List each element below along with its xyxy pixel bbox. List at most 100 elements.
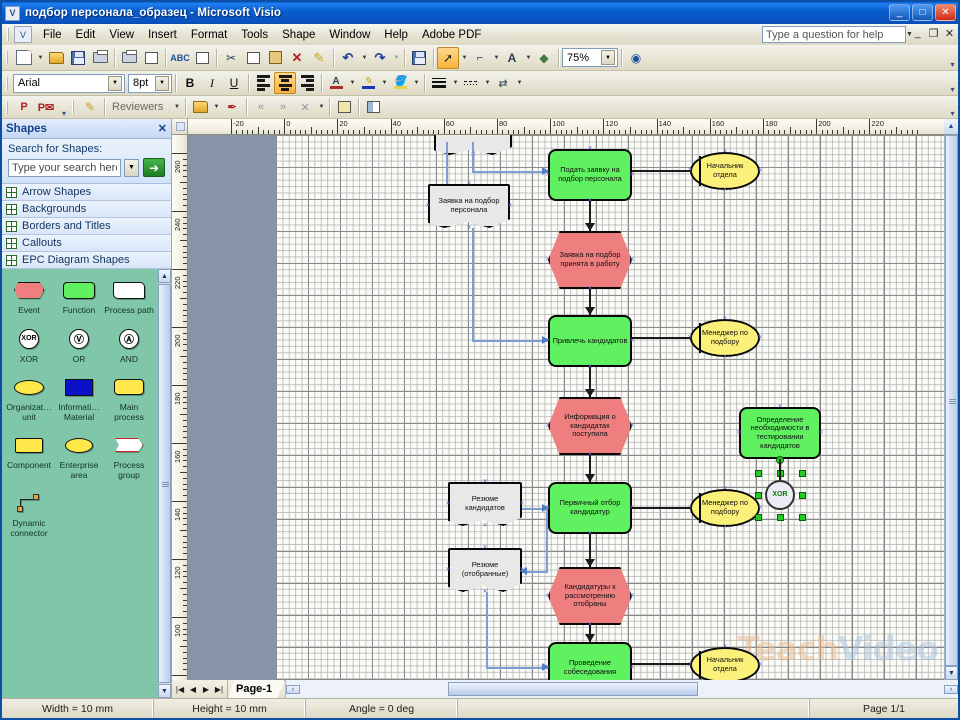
selection-handle[interactable]	[754, 469, 762, 477]
scroll-thumb[interactable]	[158, 284, 171, 683]
drawing-tool-button[interactable]: ◆	[533, 47, 555, 69]
drawing-page[interactable]: TeachVideo ✕✕✕✕Подать заявку на подбор п…	[276, 135, 944, 680]
diagram-node-doc3[interactable]: Резюме (отобранные)	[448, 548, 522, 592]
diagram-node-o1[interactable]: Начальник отдела	[690, 152, 760, 190]
menu-insert[interactable]: Insert	[141, 27, 184, 43]
association-link[interactable]	[472, 171, 548, 173]
connector-line[interactable]	[632, 507, 690, 510]
align-center-button[interactable]	[274, 72, 296, 94]
association-link[interactable]	[446, 142, 448, 184]
insert-comment-button[interactable]	[189, 96, 211, 118]
copy-button[interactable]	[242, 47, 264, 69]
menu-shape[interactable]: Shape	[275, 27, 322, 43]
track-markup-button[interactable]: ✎	[79, 96, 101, 118]
selection-handle[interactable]	[798, 513, 806, 521]
master-main-process[interactable]: Main process	[104, 374, 154, 422]
fill-color-dropdown[interactable]: ▼	[411, 72, 421, 94]
diagram-node-e2[interactable]: Информация о кандидатах поступила	[548, 397, 632, 455]
font-name-combo[interactable]: Arial ▼	[13, 73, 125, 93]
search-go-button[interactable]: ➜	[143, 158, 165, 177]
font-color-button[interactable]: A	[325, 72, 347, 94]
pointer-tool-dropdown[interactable]: ▼	[459, 47, 469, 69]
delete-markup-dropdown[interactable]: ▼	[316, 96, 326, 118]
help-question-input[interactable]: Type a question for help	[762, 26, 906, 43]
formatting-toolbar-grip[interactable]	[3, 75, 11, 92]
line-color-dropdown[interactable]: ▼	[379, 72, 389, 94]
delete-button[interactable]: ✕	[286, 47, 308, 69]
line-pattern-dropdown[interactable]: ▼	[482, 72, 492, 94]
next-markup-button[interactable]: »	[272, 96, 294, 118]
selection-handle[interactable]	[798, 469, 806, 477]
association-link[interactable]	[472, 340, 548, 342]
undo-dropdown[interactable]: ▼	[359, 47, 369, 69]
previous-page-button[interactable]: ◀	[187, 685, 199, 694]
stencil-scrollbar[interactable]: ▲ ▼	[157, 269, 171, 698]
vertical-ruler[interactable]: 26024022020018016014012010080	[172, 135, 188, 680]
diagram-node-e3[interactable]: Кандидатуры к рассмотрению отобраны	[548, 567, 632, 625]
cut-button[interactable]: ✂	[220, 47, 242, 69]
diagram-node-f5[interactable]: Проведение собеседования	[548, 642, 632, 680]
master-component[interactable]: Component	[4, 432, 54, 480]
stencil-borders-and-titles[interactable]: Borders and Titles	[2, 218, 171, 235]
master-xor[interactable]: XOR XOR	[4, 326, 54, 365]
connector-line[interactable]	[632, 663, 690, 666]
zoom-dropdown-icon[interactable]: ▼	[601, 50, 615, 65]
ruler-corner[interactable]	[172, 119, 188, 135]
vertical-scroll-up-icon[interactable]: ▲	[944, 119, 958, 135]
scroll-right-icon[interactable]: ›	[944, 684, 958, 694]
review-toolbar-overflow[interactable]: ▾	[947, 96, 958, 118]
redo-dropdown[interactable]: ▼	[391, 47, 401, 69]
font-name-dropdown-icon[interactable]: ▼	[108, 75, 122, 91]
menu-grip[interactable]	[4, 26, 12, 43]
diagram-node-o3[interactable]: Менеджер по подбору	[690, 489, 760, 527]
close-button[interactable]: ✕	[935, 4, 956, 21]
review-toolbar-grip[interactable]	[69, 99, 77, 116]
minimize-button[interactable]: _	[889, 4, 910, 21]
association-link[interactable]	[486, 667, 548, 669]
master-enterprise-area[interactable]: Enterprise area	[54, 432, 104, 480]
master-or[interactable]: Ⓥ OR	[54, 326, 104, 365]
bold-button[interactable]: B	[179, 72, 201, 94]
line-ends-dropdown[interactable]: ▼	[514, 72, 524, 94]
menu-edit[interactable]: Edit	[69, 27, 103, 43]
master-function[interactable]: Function	[54, 277, 104, 316]
diagram-node-o4[interactable]: Начальник отдела	[690, 647, 760, 680]
canvas-vertical-scrollbar[interactable]: ▼	[944, 135, 958, 680]
stencil-callouts[interactable]: Callouts	[2, 235, 171, 252]
page-tab-page-1[interactable]: Page-1	[228, 680, 285, 698]
menu-format[interactable]: Format	[184, 27, 234, 43]
master-information-material[interactable]: Informati… Material	[54, 374, 104, 422]
selection-handle[interactable]	[754, 513, 762, 521]
diagram-node-e1[interactable]: Заявка на подбор принята в работу	[548, 231, 632, 289]
diagram-node-doc1[interactable]: Заявка на подбор персонала	[428, 184, 510, 228]
help-button[interactable]: ◉	[625, 47, 647, 69]
association-link[interactable]	[546, 508, 548, 572]
line-ends-button[interactable]: ⇄	[492, 72, 514, 94]
diagram-node-xor1[interactable]: XOR	[765, 480, 795, 510]
pdf-toolbar-grip[interactable]	[3, 99, 11, 116]
scroll-down-icon[interactable]: ▼	[158, 684, 171, 698]
font-size-combo[interactable]: 8pt ▼	[128, 73, 172, 93]
maximize-button[interactable]: □	[912, 4, 933, 21]
stencil-backgrounds[interactable]: Backgrounds	[2, 201, 171, 218]
reviewing-pane-button[interactable]	[333, 96, 355, 118]
diagram-node-doc2[interactable]: Резюме кандидатов	[448, 482, 522, 526]
convert-and-email-pdf-button[interactable]: P✉	[35, 96, 57, 118]
menu-adobe-pdf[interactable]: Adobe PDF	[415, 27, 488, 43]
connector-line[interactable]	[632, 170, 690, 173]
line-weight-button[interactable]	[428, 72, 450, 94]
undo-button[interactable]: ↶	[337, 47, 359, 69]
zoom-combo[interactable]: 75% ▼	[562, 48, 618, 67]
line-pattern-button[interactable]	[460, 72, 482, 94]
menu-view[interactable]: View	[102, 27, 141, 43]
align-left-button[interactable]	[252, 72, 274, 94]
selection-handle[interactable]	[754, 491, 762, 499]
show-markup-button[interactable]	[362, 96, 384, 118]
font-size-dropdown-icon[interactable]: ▼	[155, 75, 169, 91]
formatting-toolbar-overflow[interactable]: ▾	[947, 72, 958, 94]
save-button[interactable]	[67, 47, 89, 69]
association-link[interactable]	[472, 228, 474, 341]
reviewers-dropdown[interactable]: Reviewers ▼	[108, 98, 182, 117]
text-tool-dropdown[interactable]: ▼	[523, 47, 533, 69]
search-input[interactable]	[8, 158, 121, 177]
